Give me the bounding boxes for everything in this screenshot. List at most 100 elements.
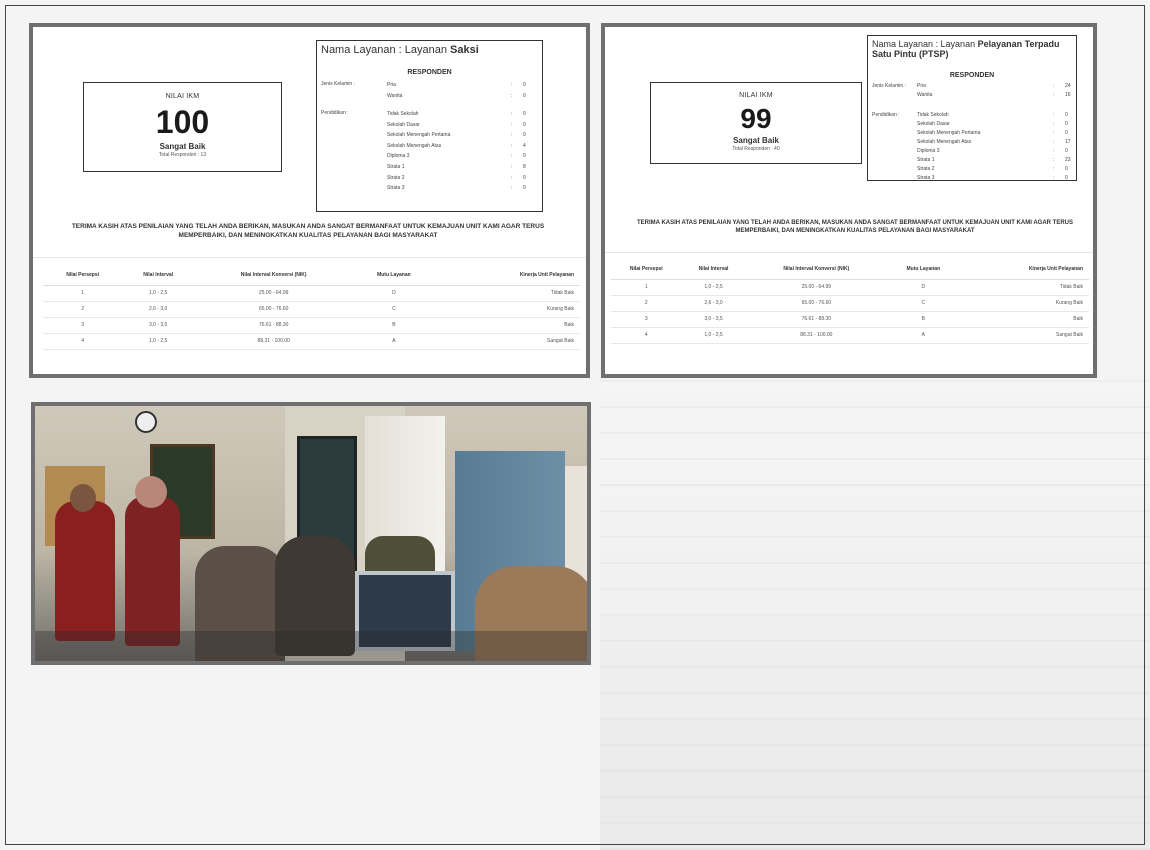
table-cell: 1,0 - 2,5 (681, 327, 746, 344)
education-row: Strata 2 : 0 (917, 166, 1068, 172)
table-cell: C (353, 301, 435, 318)
education-row: Strata 1 : 8 (387, 164, 526, 170)
table-header: Nilai Interval (122, 266, 195, 286)
table-cell: 3,0 - 3,5 (122, 317, 195, 334)
table-cell: A (353, 333, 435, 350)
gender-row: Wanita : 16 (917, 92, 1071, 98)
thanks-message: TERIMA KASIH ATAS PENILAIAN YANG TELAH A… (71, 223, 545, 239)
table-cell: 2,6 - 3,0 (122, 301, 195, 318)
ikm-card-ptsp: NILAI IKM 99 Sangat Baik Total Responden… (601, 23, 1097, 378)
photo-person-red-jacket (55, 501, 115, 641)
table-header: Nilai Interval Konversi (NIK) (745, 260, 888, 280)
table-row: 3 3,0 - 3,5 76.61 - 88.30 B Baik (43, 317, 580, 334)
responden-box: Nama Layanan : Layanan Saksi RESPONDEN J… (316, 40, 543, 212)
table-cell: A (887, 327, 960, 344)
education-row: Diploma 3 : 0 (387, 153, 526, 160)
table-row: 1 1,0 - 2,5 25.00 - 64.99 D Tidak Baik (611, 279, 1089, 296)
education-row: Sekolah Menengah Atas : 4 (387, 142, 526, 149)
ikm-total-responden: Total Responden : 40 (732, 146, 780, 152)
layanan-title: Nama Layanan : Layanan Pelayanan Terpadu… (872, 39, 1060, 59)
pendidikan-label: Pendidikan : (321, 110, 349, 116)
table-cell: 2,6 - 3,0 (681, 295, 746, 312)
table-cell: 88.31 - 100.00 (745, 327, 888, 344)
education-row: Sekolah Menengah Pertama : 0 (387, 132, 526, 139)
table-cell: 1 (43, 285, 123, 302)
photo-scene (35, 406, 587, 661)
table-cell: 3,0 - 3,5 (681, 311, 746, 328)
ikm-value: 99 (740, 103, 772, 134)
ikm-label: NILAI IKM (165, 93, 200, 100)
photo-person-head (70, 484, 96, 512)
table-header: Mutu Layanan (353, 266, 435, 286)
education-row: Sekolah Menengah Pertama : 0 (917, 130, 1068, 136)
table-header-row: Nilai Persepsi Nilai Interval Nilai Interv… (611, 260, 1089, 280)
table-row: 4 1,0 - 2,5 88.31 - 100.00 A Sangat Baik (611, 327, 1089, 344)
office-service-photo (31, 402, 591, 665)
table-header: Kinerja Unit Pelayanan (434, 266, 580, 286)
education-row: Sekolah Dasar : 0 (387, 121, 526, 128)
ikm-total-responden: Total Responden : 13 (158, 152, 207, 158)
photo-person-head-2 (135, 476, 167, 508)
table-header: Nilai Interval Konversi (NIK) (194, 266, 354, 286)
education-row: Tidak Sekolah : 0 (387, 111, 526, 117)
ikm-score-box: NILAI IKM 99 Sangat Baik Total Responden… (650, 82, 862, 164)
table-cell: 2 (43, 301, 123, 318)
table-cell: Kurang Baik (959, 295, 1089, 312)
table-cell: Baik (959, 311, 1089, 328)
persepsi-table: Nilai Persepsi Nilai Interval Nilai Interv… (43, 266, 580, 350)
table-row: 4 1,0 - 2,5 88.31 - 100.00 A Sangat Baik (43, 333, 580, 350)
gender-row: Wanita : 0 (387, 92, 526, 99)
education-row: Strata 3 : 0 (917, 175, 1068, 181)
jenis-kelamin-label: Jenis Kelamin : (321, 81, 355, 87)
table-row: 1 1,0 - 2,5 25.00 - 64.99 D Tidak Baik (43, 285, 580, 302)
ikm-mutu: Sangat Baik (733, 136, 779, 145)
table-cell: 3 (43, 317, 123, 334)
table-cell: 76.61 - 88.30 (745, 311, 888, 328)
divider (605, 252, 1093, 253)
jenis-kelamin-label: Jenis Kelamin : (872, 83, 906, 89)
ikm-card-saksi: NILAI IKM 100 Sangat Baik Total Responde… (29, 23, 590, 378)
table-cell: 2 (611, 295, 682, 312)
pendidikan-label: Pendidikan : (872, 112, 900, 118)
responden-box: Nama Layanan : Layanan Pelayanan Terpadu… (867, 35, 1077, 181)
table-cell: C (887, 295, 960, 312)
ikm-mutu: Sangat Baik (159, 142, 206, 151)
table-cell: 4 (611, 327, 682, 344)
table-cell: B (887, 311, 960, 328)
table-header: Mutu Layanan (887, 260, 960, 280)
clock-icon (135, 411, 157, 433)
table-cell: 3 (611, 311, 682, 328)
table-cell: B (353, 317, 435, 334)
table-cell: 65.00 - 76.60 (745, 295, 888, 312)
education-row: Diploma 3 : 0 (917, 148, 1068, 154)
table-row: 2 2,6 - 3,0 65.00 - 76.60 C Kurang Baik (611, 295, 1089, 312)
table-cell: 1 (611, 279, 682, 296)
thanks-message: TERIMA KASIH ATAS PENILAIAN YANG TELAH A… (637, 220, 1073, 234)
gender-row: Pria : 0 (387, 82, 526, 88)
table-cell: 25.00 - 64.99 (745, 279, 888, 296)
table-cell: 76.61 - 88.30 (194, 317, 354, 334)
table-header-row: Nilai Persepsi Nilai Interval Nilai Interv… (43, 266, 580, 286)
table-cell: 4 (43, 333, 123, 350)
table-header: Nilai Persepsi (43, 266, 123, 286)
table-cell: Tidak Baik (959, 279, 1089, 296)
education-row: Strata 3 : 0 (387, 185, 526, 192)
education-row: Strata 2 : 0 (387, 174, 526, 181)
persepsi-table: Nilai Persepsi Nilai Interval Nilai Interv… (611, 260, 1089, 344)
table-header: Kinerja Unit Pelayanan (959, 260, 1089, 280)
table-cell: Sangat Baik (959, 327, 1089, 344)
table-cell: 1,0 - 2,5 (681, 279, 746, 296)
photo-person-hijab (125, 496, 180, 646)
education-row: Strata 1 : 23 (917, 157, 1071, 163)
table-cell: Sangat Baik (434, 333, 580, 350)
table-cell: Kurang Baik (434, 301, 580, 318)
table-cell: 88.31 - 100.00 (194, 333, 354, 350)
table-cell: D (887, 279, 960, 296)
table-cell: 25.00 - 64.99 (194, 285, 354, 302)
table-row: 2 2,6 - 3,0 65.00 - 76.60 C Kurang Baik (43, 301, 580, 318)
table-header: Nilai Interval (681, 260, 746, 280)
table-header: Nilai Persepsi (611, 260, 682, 280)
layanan-title: Nama Layanan : Layanan Saksi (321, 44, 479, 56)
divider (33, 257, 586, 258)
ikm-score-box: NILAI IKM 100 Sangat Baik Total Responde… (83, 82, 282, 172)
